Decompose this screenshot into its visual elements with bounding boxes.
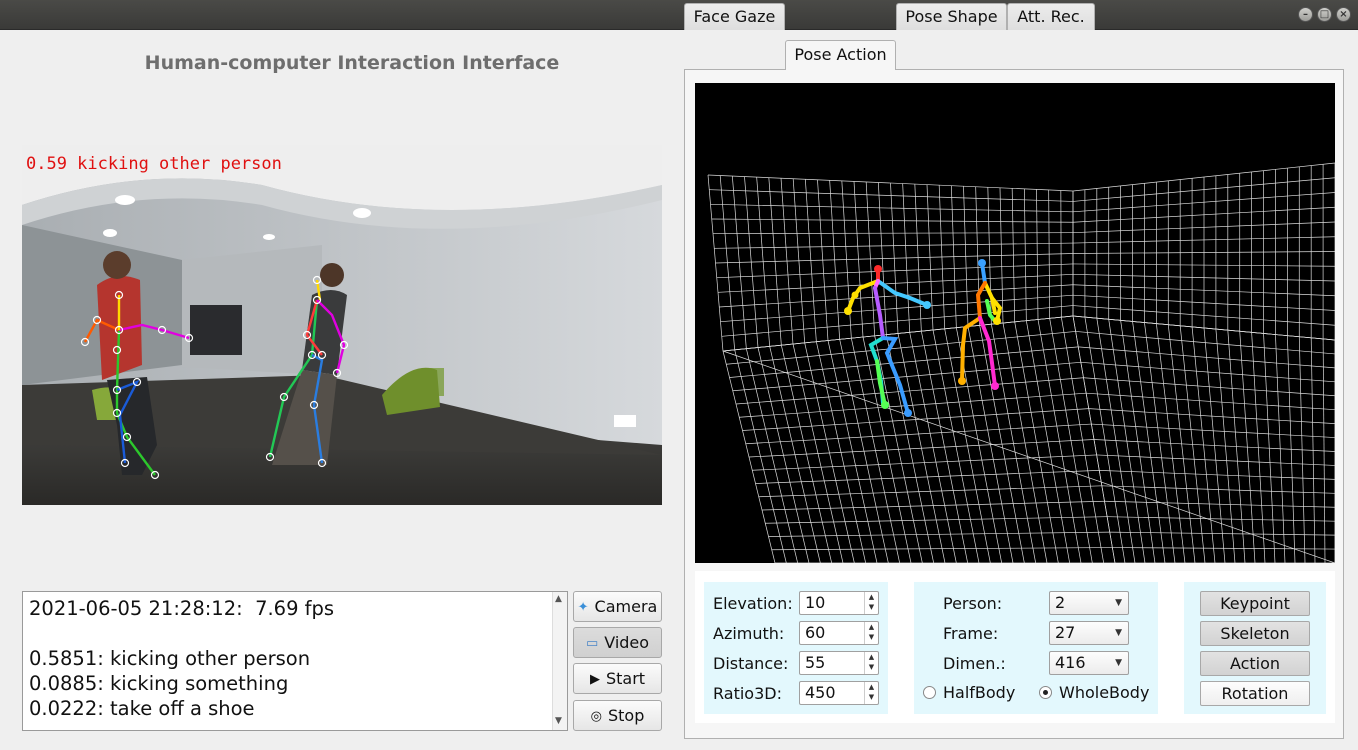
dimen-value: 416 xyxy=(1055,653,1086,672)
wholebody-label[interactable]: WholeBody xyxy=(1059,683,1149,703)
detection-log[interactable]: 2021-06-05 21:28:12: 7.69 fps 0.5851: ki… xyxy=(22,591,568,731)
rotation-button[interactable]: Rotation xyxy=(1200,681,1310,706)
folder-icon: ▭ xyxy=(585,636,599,651)
distance-label: Distance: xyxy=(713,654,789,673)
dimen-label: Dimen.: xyxy=(943,654,1006,673)
play-icon: ▶ xyxy=(589,672,600,687)
scroll-down-icon[interactable]: ▼ xyxy=(555,716,562,726)
dimen-select[interactable]: 416 ▼ xyxy=(1049,651,1129,675)
tab-pose-shape[interactable]: Pose Shape xyxy=(896,3,1007,30)
halfbody-radio[interactable] xyxy=(923,686,936,699)
tab-att-rec[interactable]: Att. Rec. xyxy=(1007,3,1095,30)
log-scrollbar[interactable]: ▲ ▼ xyxy=(552,592,567,730)
camera-icon: ✦ xyxy=(577,600,589,615)
keypoint-button[interactable]: Keypoint xyxy=(1200,591,1310,616)
chevron-down-icon: ▼ xyxy=(1115,658,1122,668)
elevation-label: Elevation: xyxy=(713,594,793,613)
spin-arrows-icon[interactable]: ▲ ▼ xyxy=(864,652,878,674)
spin-arrows-icon[interactable]: ▲ ▼ xyxy=(864,592,878,614)
frame-select[interactable]: 27 ▼ xyxy=(1049,621,1129,645)
person-select[interactable]: 2 ▼ xyxy=(1049,591,1129,615)
spin-arrows-icon[interactable]: ▲ ▼ xyxy=(864,682,878,704)
window-titlebar: – □ × xyxy=(0,0,1358,30)
action-overlay-label: 0.59 kicking other person xyxy=(26,154,282,174)
ratio3d-spinbox[interactable]: 450 ▲ ▼ xyxy=(799,681,879,705)
wholebody-radio[interactable] xyxy=(1039,686,1052,699)
azimuth-spinbox[interactable]: 60 ▲ ▼ xyxy=(799,621,879,645)
azimuth-label: Azimuth: xyxy=(713,624,785,643)
stop-button[interactable]: ◎ Stop xyxy=(573,700,662,731)
scroll-up-icon[interactable]: ▲ xyxy=(555,594,562,604)
start-button[interactable]: ▶ Start xyxy=(573,663,662,694)
halfbody-label[interactable]: HalfBody xyxy=(943,683,1015,703)
stop-icon: ◎ xyxy=(590,709,602,724)
elevation-spinbox[interactable]: 10 ▲ ▼ xyxy=(799,591,879,615)
frame-value: 27 xyxy=(1055,623,1076,642)
camera-button-label: Camera xyxy=(594,597,658,616)
start-button-label: Start xyxy=(605,669,646,688)
camera-button[interactable]: ✦ Camera xyxy=(573,591,662,622)
video-frame: 0.59 kicking other person xyxy=(22,145,662,505)
azimuth-value: 60 xyxy=(805,623,826,642)
chevron-down-icon: ▼ xyxy=(1115,628,1122,638)
tab-pose-action[interactable]: Pose Action xyxy=(785,40,896,70)
pose-3d-canvas[interactable] xyxy=(695,83,1336,564)
spin-arrows-icon[interactable]: ▲ ▼ xyxy=(864,622,878,644)
distance-value: 55 xyxy=(805,653,826,672)
ratio3d-value: 450 xyxy=(805,683,836,702)
app-title: Human-computer Interaction Interface xyxy=(144,52,560,74)
close-button[interactable]: × xyxy=(1336,7,1351,22)
minimize-button[interactable]: – xyxy=(1298,7,1313,22)
camera-image xyxy=(22,145,662,505)
elevation-value: 10 xyxy=(805,593,826,612)
chevron-down-icon: ▼ xyxy=(1115,598,1122,608)
stop-button-label: Stop xyxy=(607,706,645,725)
skeleton-button[interactable]: Skeleton xyxy=(1200,621,1310,646)
person-label: Person: xyxy=(943,594,1003,613)
action-button[interactable]: Action xyxy=(1200,651,1310,676)
pose-3d-view[interactable] xyxy=(695,83,1336,564)
log-text: 2021-06-05 21:28:12: 7.69 fps 0.5851: ki… xyxy=(29,597,335,720)
frame-label: Frame: xyxy=(943,624,999,643)
tab-face-gaze[interactable]: Face Gaze xyxy=(684,3,785,30)
distance-spinbox[interactable]: 55 ▲ ▼ xyxy=(799,651,879,675)
ratio3d-label: Ratio3D: xyxy=(713,684,782,703)
maximize-button[interactable]: □ xyxy=(1317,7,1332,22)
person-value: 2 xyxy=(1055,593,1066,612)
video-button-label: Video xyxy=(604,633,650,652)
video-button[interactable]: ▭ Video xyxy=(573,627,662,658)
